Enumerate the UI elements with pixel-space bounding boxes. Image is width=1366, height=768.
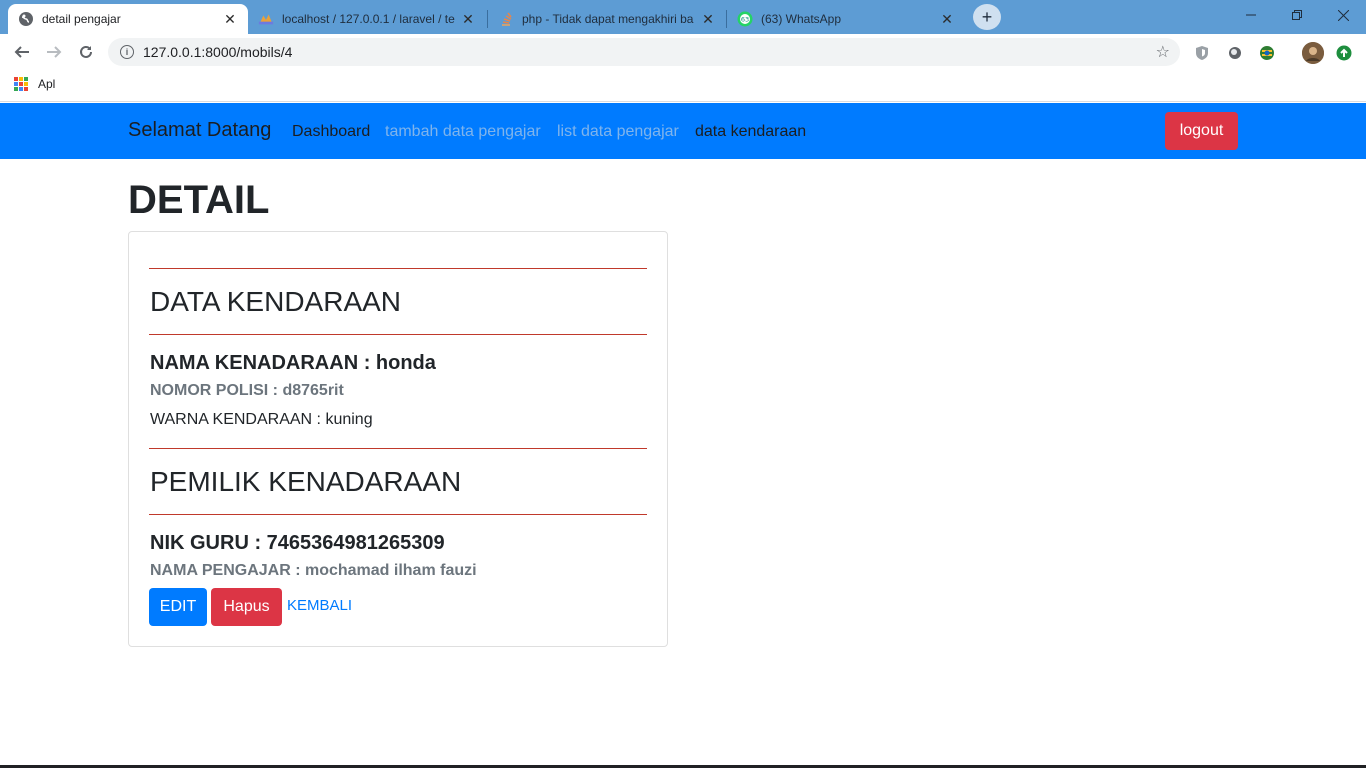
shield-extension-icon[interactable] bbox=[1193, 44, 1211, 62]
nav-link-dashboard[interactable]: Dashboard bbox=[292, 123, 370, 141]
globe-icon bbox=[18, 11, 34, 27]
delete-button[interactable]: Hapus bbox=[211, 588, 282, 626]
tab-whatsapp[interactable]: 63 (63) WhatsApp ✕ bbox=[727, 4, 965, 34]
tab-title: php - Tidak dapat mengakhiri ba bbox=[522, 12, 694, 26]
apps-shortcut[interactable]: Apl bbox=[14, 77, 55, 91]
minimize-button[interactable] bbox=[1228, 0, 1274, 30]
owner-section-title: PEMILIK KENADARAAN bbox=[150, 466, 462, 497]
close-window-button[interactable] bbox=[1320, 0, 1366, 30]
apps-label: Apl bbox=[38, 77, 56, 91]
vehicle-section-title: DATA KENDARAAN bbox=[150, 286, 402, 317]
bookmarks-bar: Apl bbox=[0, 70, 1366, 102]
back-link[interactable]: KEMBALI bbox=[287, 597, 352, 614]
tab-stackoverflow[interactable]: php - Tidak dapat mengakhiri ba ✕ bbox=[488, 4, 726, 34]
tab-phpmyadmin[interactable]: localhost / 127.0.0.1 / laravel / te ✕ bbox=[248, 4, 486, 34]
nav-link-tambah-data-pengajar[interactable]: tambah data pengajar bbox=[385, 123, 541, 141]
apps-grid-icon bbox=[14, 77, 28, 91]
new-tab-button[interactable]: + bbox=[973, 4, 1001, 30]
circle-extension-icon[interactable] bbox=[1226, 44, 1244, 62]
tab-close-icon[interactable]: ✕ bbox=[939, 11, 955, 28]
tab-close-icon[interactable]: ✕ bbox=[460, 11, 476, 28]
divider bbox=[149, 448, 647, 449]
phpmyadmin-icon bbox=[258, 11, 274, 27]
update-icon[interactable] bbox=[1335, 44, 1353, 62]
tab-close-icon[interactable]: ✕ bbox=[700, 11, 716, 28]
vehicle-name: NAMA KENADARAAN : honda bbox=[150, 352, 436, 374]
browser-tab-strip: detail pengajar ✕ localhost / 127.0.0.1 … bbox=[0, 0, 1366, 34]
tab-title: detail pengajar bbox=[42, 12, 121, 26]
back-icon[interactable] bbox=[10, 40, 34, 64]
tab-title: localhost / 127.0.0.1 / laravel / te bbox=[282, 12, 455, 26]
divider bbox=[149, 334, 647, 335]
tab-close-icon[interactable]: ✕ bbox=[222, 11, 238, 28]
logout-button[interactable]: logout bbox=[1165, 112, 1238, 150]
teacher-name: NAMA PENGAJAR : mochamad ilham fauzi bbox=[150, 562, 477, 579]
tab-title: (63) WhatsApp bbox=[761, 12, 842, 26]
edit-button[interactable]: EDIT bbox=[149, 588, 207, 626]
whatsapp-icon: 63 bbox=[737, 11, 753, 27]
restore-button[interactable] bbox=[1274, 0, 1320, 30]
address-bar[interactable]: i 127.0.0.1:8000/mobils/4 ☆ bbox=[108, 38, 1180, 66]
forward-icon[interactable] bbox=[42, 40, 66, 64]
whatsapp-badge: 63 bbox=[741, 16, 749, 24]
globe-extension-icon[interactable] bbox=[1258, 44, 1276, 62]
divider bbox=[149, 268, 647, 269]
browser-toolbar: i 127.0.0.1:8000/mobils/4 ☆ bbox=[0, 34, 1366, 70]
url-text: 127.0.0.1:8000/mobils/4 bbox=[143, 44, 293, 60]
reload-icon[interactable] bbox=[74, 40, 98, 64]
page-title: DETAIL bbox=[128, 178, 270, 222]
teacher-nik: NIK GURU : 7465364981265309 bbox=[150, 532, 445, 554]
nav-link-data-kendaraan[interactable]: data kendaraan bbox=[695, 123, 806, 141]
divider bbox=[149, 514, 647, 515]
site-info-icon[interactable]: i bbox=[120, 45, 134, 59]
vehicle-color: WARNA KENDARAAN : kuning bbox=[150, 411, 373, 428]
tab-detail-pengajar[interactable]: detail pengajar ✕ bbox=[8, 4, 248, 34]
bookmark-star-icon[interactable]: ☆ bbox=[1156, 42, 1170, 62]
nav-link-list-data-pengajar[interactable]: list data pengajar bbox=[557, 123, 679, 141]
plate-number: NOMOR POLISI : d8765rit bbox=[150, 382, 344, 399]
navbar-brand[interactable]: Selamat Datang bbox=[128, 119, 271, 142]
site-navbar: Selamat Datang Dashboard tambah data pen… bbox=[0, 103, 1366, 159]
profile-avatar[interactable] bbox=[1302, 42, 1324, 64]
detail-card: DATA KENDARAAN NAMA KENADARAAN : honda N… bbox=[128, 231, 668, 647]
stackoverflow-icon bbox=[498, 11, 514, 27]
